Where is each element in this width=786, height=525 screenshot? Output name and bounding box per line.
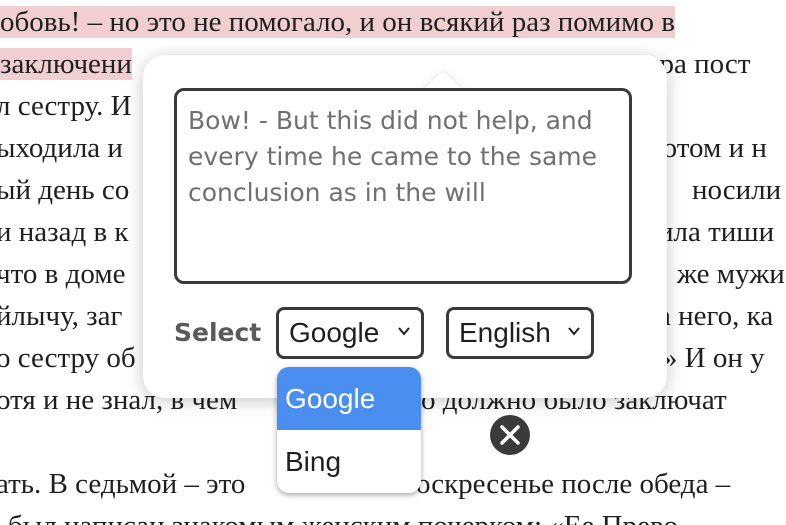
text-fragment: что в доме xyxy=(0,258,126,290)
highlighted-text: обовь! – но это не помогало, и он всякий… xyxy=(0,6,675,38)
text-fragment: о сестру об xyxy=(0,342,136,374)
text-line: и назад в к ила тиши xyxy=(0,214,774,250)
text-line: обовь! – но это не помогало, и он всякий… xyxy=(0,4,675,40)
text-fragment: ила тиши xyxy=(658,216,775,248)
text-fragment: л сестру. И xyxy=(0,90,132,122)
text-fragment: йлычу, заг xyxy=(0,300,123,332)
text-fragment: же мужи xyxy=(677,258,785,290)
text-fragment: а него, ка xyxy=(658,300,774,332)
language-select-value: English xyxy=(459,317,551,348)
chevron-down-icon xyxy=(398,327,410,336)
translation-textarea[interactable]: Bow! - But this did not help, and every … xyxy=(174,88,632,284)
engine-select-value: Google xyxy=(289,317,380,348)
highlighted-text: заключени xyxy=(0,48,132,80)
select-label: Select xyxy=(174,318,262,347)
page: обовь! – но это не помогало, и он всякий… xyxy=(0,0,786,525)
text-fragment: ыходила и xyxy=(0,132,123,164)
close-button[interactable] xyxy=(490,415,530,455)
engine-dropdown-menu: Google Bing xyxy=(277,367,421,493)
close-icon xyxy=(500,425,520,445)
chevron-down-icon xyxy=(568,327,580,336)
text-line: ать. В седьмой – это оскресенье после обе… xyxy=(0,466,730,502)
text-line: что в доме же мужи xyxy=(0,256,785,292)
text-fragment: оскресенье после обеда – xyxy=(416,468,731,500)
text-line: ый день со носили к xyxy=(0,172,786,208)
text-fragment: ать. В седьмой – это xyxy=(0,468,246,500)
text-fragment: и назад в к xyxy=(0,216,129,248)
text-line: ыходила и котом и н xyxy=(0,130,767,166)
engine-option-bing[interactable]: Bing xyxy=(277,430,421,493)
text-fragment: котом и н xyxy=(650,132,767,164)
text-fragment: ?» И он у xyxy=(650,342,765,374)
engine-option-google[interactable]: Google xyxy=(277,367,421,430)
text-fragment: был написан знакомым женским почерком: «… xyxy=(8,510,678,525)
language-select[interactable]: English xyxy=(446,307,594,359)
engine-select[interactable]: Google xyxy=(276,307,424,359)
text-line: заключени естра пост xyxy=(0,46,750,82)
text-line: о сестру об ?» И он у xyxy=(0,340,765,376)
text-fragment: носили к xyxy=(692,174,786,206)
text-line: л сестру. И xyxy=(0,88,132,124)
text-fragment: ый день со xyxy=(0,174,130,206)
text-line: был написан знакомым женским почерком: «… xyxy=(8,508,678,525)
translation-text: Bow! - But this did not help, and every … xyxy=(188,106,605,207)
text-line: йлычу, заг а него, ка xyxy=(0,298,773,334)
